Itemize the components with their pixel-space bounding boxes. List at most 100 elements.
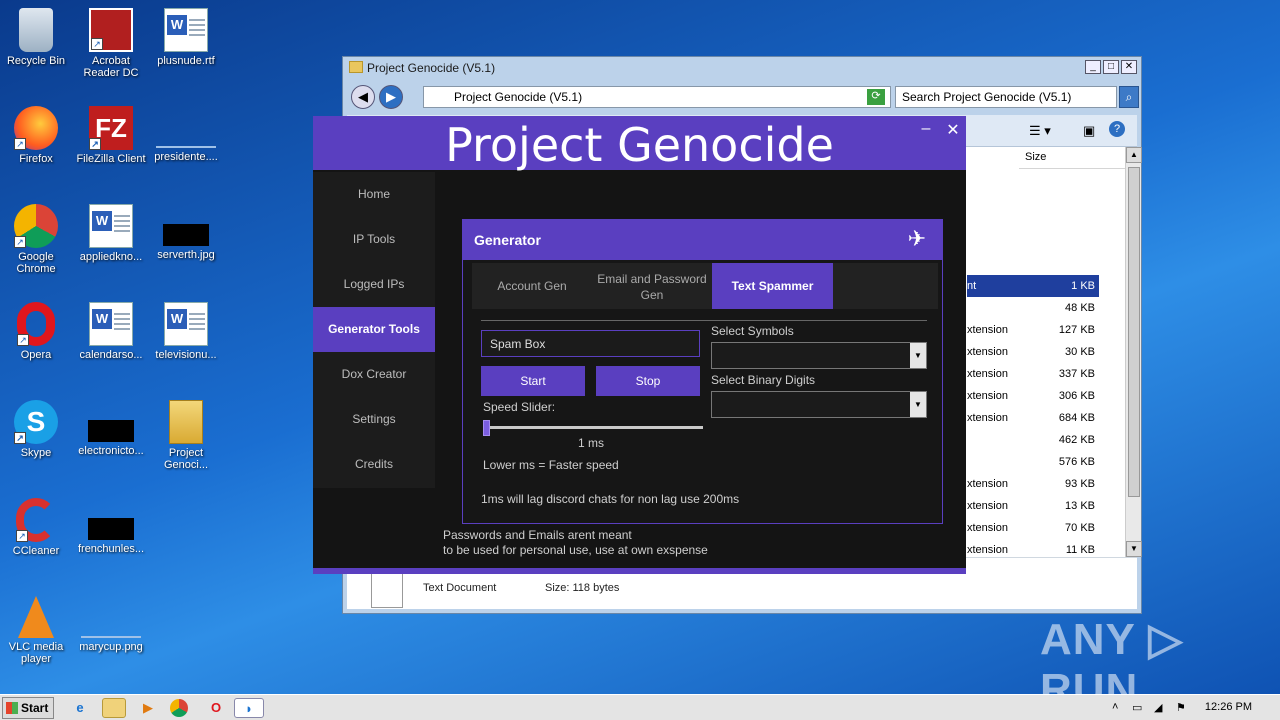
select-symbols-dropdown[interactable]: ▼ xyxy=(711,342,927,369)
desktop-icon-recycle-bin[interactable]: Recycle Bin xyxy=(0,8,76,67)
speed-slider-track[interactable] xyxy=(485,426,703,429)
media-player-icon[interactable]: ▶ xyxy=(136,698,160,718)
explorer-icon[interactable] xyxy=(102,698,126,718)
address-bar[interactable]: Project Genocide (V5.1) ▼ xyxy=(423,86,891,108)
explorer-navbar: ◀ ▶ Project Genocide (V5.1) ▼ ⟳ Search P… xyxy=(347,83,1139,109)
file-row[interactable]: nt 1 KB xyxy=(967,275,1099,297)
scroll-down-icon[interactable]: ▼ xyxy=(1126,541,1142,557)
tab-account-gen[interactable]: Account Gen xyxy=(472,263,592,309)
file-row[interactable]: xtension 93 KB xyxy=(967,473,1099,495)
search-input[interactable]: Search Project Genocide (V5.1) xyxy=(895,86,1117,108)
desktop-icon-marycup[interactable]: marycup.png xyxy=(71,596,151,653)
desktop-icon-vlc[interactable]: VLC media player xyxy=(0,596,76,665)
view-options-icon[interactable]: ☰ ▾ xyxy=(1029,123,1051,139)
desktop-icon-label: frenchunles... xyxy=(77,543,145,555)
internet-explorer-icon[interactable]: e xyxy=(68,698,92,718)
desktop-icon-filezilla[interactable]: FZ ↗ FileZilla Client xyxy=(71,106,151,165)
chevron-down-icon[interactable]: ▼ xyxy=(910,392,926,417)
explorer-titlebar[interactable]: Project Genocide (V5.1) _ □ ✕ xyxy=(343,57,1141,79)
desktop-icon-serverth[interactable]: serverth.jpg xyxy=(146,204,226,261)
file-row[interactable]: xtension 13 KB xyxy=(967,495,1099,517)
back-button[interactable]: ◀ xyxy=(351,85,375,109)
panel-divider xyxy=(481,320,927,321)
desktop-icon-ccleaner[interactable]: ↗ CCleaner xyxy=(0,498,76,557)
desktop-icon-presidente[interactable]: presidente.... xyxy=(146,106,226,163)
file-row-size: 13 KB xyxy=(1065,500,1095,512)
select-binary-dropdown[interactable]: ▼ xyxy=(711,391,927,418)
desktop-icon-skype[interactable]: S ↗ Skype xyxy=(0,400,76,459)
scroll-thumb[interactable] xyxy=(1128,167,1140,497)
file-row[interactable]: 48 KB xyxy=(967,297,1099,319)
sidebar-item-dox-creator[interactable]: Dox Creator xyxy=(313,352,435,397)
file-row-size: 70 KB xyxy=(1065,522,1095,534)
desktop-icon-appliedkno[interactable]: W appliedkno... xyxy=(71,204,151,263)
file-row[interactable]: xtension 337 KB xyxy=(967,363,1099,385)
start-button[interactable]: Start xyxy=(2,697,54,719)
desktop-icon-firefox[interactable]: ↗ Firefox xyxy=(0,106,76,165)
desktop-icon-label: Skype xyxy=(20,447,52,459)
file-row[interactable]: 462 KB xyxy=(967,429,1099,451)
chevron-down-icon[interactable]: ▼ xyxy=(910,343,926,368)
sidebar-item-generator-tools[interactable]: Generator Tools xyxy=(313,307,435,352)
text-document-icon xyxy=(371,572,403,608)
desktop-icon-chrome[interactable]: ↗ Google Chrome xyxy=(0,204,76,275)
network-icon[interactable]: ▭ xyxy=(1132,701,1142,714)
start-button[interactable]: Start xyxy=(481,366,585,396)
project-genocide-taskbar-icon[interactable]: ◗ xyxy=(234,698,264,718)
file-row[interactable]: xtension 70 KB xyxy=(967,517,1099,539)
app-header[interactable]: Project Genocide – ✕ xyxy=(313,116,966,172)
maximize-button[interactable]: □ xyxy=(1103,60,1119,74)
preview-pane-icon[interactable]: ▣ xyxy=(1083,123,1095,139)
explorer-title: Project Genocide (V5.1) xyxy=(367,61,496,75)
file-row[interactable]: xtension 127 KB xyxy=(967,319,1099,341)
project-genocide-window: Project Genocide – ✕ Home IP Tools Logge… xyxy=(313,116,966,574)
desktop-icon-plusnude[interactable]: W plusnude.rtf xyxy=(146,8,226,67)
file-row-name: xtension xyxy=(967,522,1008,534)
tab-email-password-gen[interactable]: Email and Password Gen xyxy=(592,263,712,309)
app-close-button[interactable]: ✕ xyxy=(944,120,962,140)
desktop-icon-electronicto[interactable]: electronicto... xyxy=(71,400,151,457)
size-column-header[interactable]: Size xyxy=(1019,147,1129,169)
forward-button[interactable]: ▶ xyxy=(379,85,403,109)
file-row[interactable]: xtension 684 KB xyxy=(967,407,1099,429)
desktop-icon-frenchunles[interactable]: frenchunles... xyxy=(71,498,151,555)
desktop-icon-acrobat[interactable]: ↗ Acrobat Reader DC xyxy=(71,8,151,79)
sidebar-item-ip-tools[interactable]: IP Tools xyxy=(313,217,435,262)
file-row[interactable]: 576 KB xyxy=(967,451,1099,473)
sidebar-item-home[interactable]: Home xyxy=(313,172,435,217)
close-button[interactable]: ✕ xyxy=(1121,60,1137,74)
speed-slider-handle[interactable] xyxy=(483,420,490,436)
details-type: Text Document xyxy=(423,582,497,594)
search-icon[interactable]: ⌕ xyxy=(1119,86,1139,108)
tray-expand-icon[interactable]: ˄ xyxy=(1112,701,1118,713)
file-row[interactable]: xtension 30 KB xyxy=(967,341,1099,363)
minimize-button[interactable]: _ xyxy=(1085,60,1101,74)
scrollbar[interactable]: ▲ ▼ xyxy=(1125,147,1142,557)
help-icon[interactable]: ? xyxy=(1109,121,1125,137)
volume-icon[interactable]: ◢ xyxy=(1154,701,1162,714)
sidebar-item-logged-ips[interactable]: Logged IPs xyxy=(313,262,435,307)
desktop-icon-opera[interactable]: ↗ Opera xyxy=(0,302,76,361)
sidebar-item-credits[interactable]: Credits xyxy=(313,442,435,487)
sidebar-item-settings[interactable]: Settings xyxy=(313,397,435,442)
image-file-icon xyxy=(88,518,134,540)
spam-box-input[interactable]: Spam Box xyxy=(481,330,700,357)
desktop-icon-project-genocide[interactable]: Project Genoci... xyxy=(146,400,226,471)
desktop-icon-label: FileZilla Client xyxy=(76,153,146,165)
tab-text-spammer[interactable]: Text Spammer xyxy=(712,263,833,309)
generator-panel-header: Generator ✈ xyxy=(463,220,942,260)
desktop-icon-calendarso[interactable]: W calendarso... xyxy=(71,302,151,361)
chrome-icon[interactable] xyxy=(170,699,188,717)
refresh-icon[interactable]: ⟳ xyxy=(867,89,885,105)
app-minimize-button[interactable]: – xyxy=(917,120,935,138)
stop-button[interactable]: Stop xyxy=(596,366,700,396)
image-file-icon xyxy=(156,146,216,148)
scroll-up-icon[interactable]: ▲ xyxy=(1126,147,1142,163)
file-row-size: 684 KB xyxy=(1058,412,1095,424)
desktop-icon-televisionu[interactable]: W televisionu... xyxy=(146,302,226,361)
file-row[interactable]: xtension 306 KB xyxy=(967,385,1099,407)
opera-icon[interactable]: O xyxy=(204,698,228,718)
word-doc-icon: W xyxy=(164,302,208,346)
desktop-icon-label: VLC media player xyxy=(8,641,64,665)
flag-icon[interactable]: ⚑ xyxy=(1176,701,1186,714)
